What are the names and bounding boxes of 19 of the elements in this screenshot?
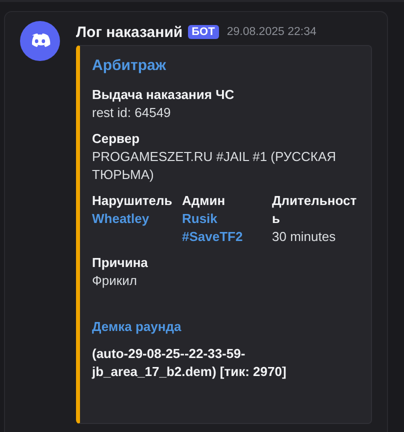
avatar-icon[interactable] xyxy=(20,21,60,61)
field-value: rest id: 64549 xyxy=(92,104,172,122)
demo-filename: (auto-29-08-25--22-33-59-jb_area_17_b2.dem) [тик: 2970] xyxy=(92,345,288,381)
demo-title[interactable]: Демка раунда xyxy=(92,318,361,336)
field-value: Фрикил xyxy=(92,272,138,290)
field-name: Причина xyxy=(92,254,149,272)
author-name[interactable]: Лог наказаний xyxy=(76,24,183,40)
user-link[interactable]: Rusik #SaveTF2 xyxy=(182,210,272,246)
field-name: Админ xyxy=(182,192,226,210)
timestamp: 29.08.2025 22:34 xyxy=(226,26,316,38)
field-name: Выдача наказания ЧС xyxy=(92,86,236,104)
field-name: Сервер xyxy=(92,130,141,148)
field-value: 30 minutes xyxy=(272,228,337,246)
bot-badge: БОТ xyxy=(188,25,219,39)
user-link[interactable]: Wheatley xyxy=(92,210,182,228)
field-name: Длительность xyxy=(272,192,358,228)
field-name: Нарушитель xyxy=(92,192,174,210)
embed-title[interactable]: Арбитраж xyxy=(92,56,361,76)
field-value: PROGAMESZET.RU #JAIL #1 (РУССКАЯ ТЮРЬМА) xyxy=(92,148,338,184)
